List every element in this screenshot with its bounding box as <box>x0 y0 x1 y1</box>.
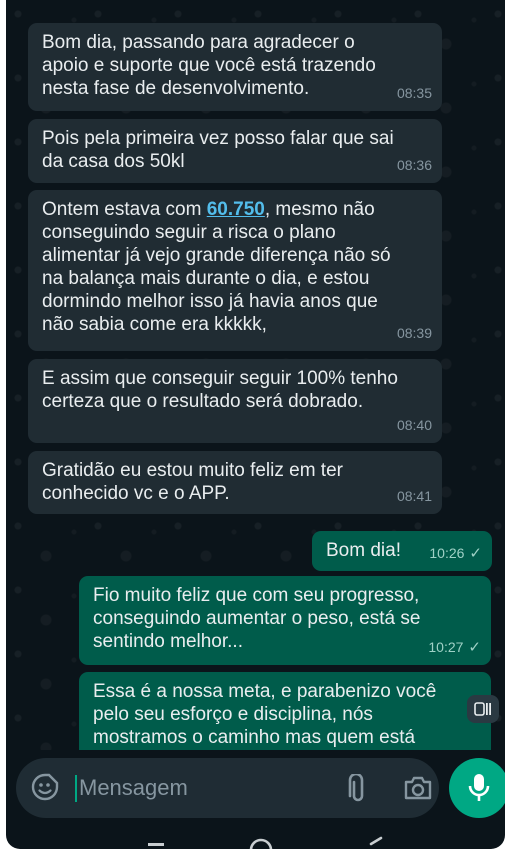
view-toggle-icon[interactable] <box>467 695 499 723</box>
message-incoming[interactable]: Gratidão eu estou muito feliz em ter con… <box>28 451 442 514</box>
message-incoming[interactable]: E assim que conseguir seguir 100% tenho … <box>28 359 442 443</box>
paperclip-icon[interactable] <box>347 772 369 809</box>
phone-screen: Bom dia, passando para agradecer o apoio… <box>6 0 505 849</box>
back-button[interactable] <box>369 836 383 846</box>
message-time: 10:27 ✓ <box>428 636 481 659</box>
message-composer[interactable]: Mensagem <box>16 758 439 818</box>
message-incoming[interactable]: Pois pela primeira vez posso falar que s… <box>28 119 442 183</box>
sticker-emoji-icon[interactable] <box>30 772 60 807</box>
message-input[interactable]: Mensagem <box>79 775 188 801</box>
message-text: Pois pela primeira vez posso falar que s… <box>42 128 394 172</box>
text-caret <box>75 775 77 802</box>
message-outgoing[interactable]: Bom dia! 10:26 ✓ <box>312 531 492 571</box>
message-text: Ontem estava com 60.750, mesmo não conse… <box>42 199 391 335</box>
message-time: 10:26 ✓ <box>429 542 482 565</box>
chat-area[interactable]: Bom dia, passando para agradecer o apoio… <box>6 0 505 750</box>
message-text: Fio muito feliz que com seu progresso, c… <box>93 585 421 652</box>
microphone-icon[interactable] <box>449 758 505 818</box>
message-time: 08:39 <box>396 325 432 341</box>
message-text: E assim que conseguir seguir 100% tenho … <box>42 368 398 412</box>
message-incoming[interactable]: Ontem estava com 60.750, mesmo não conse… <box>28 190 442 351</box>
recents-button[interactable] <box>148 843 164 846</box>
home-button[interactable] <box>249 838 273 849</box>
message-incoming[interactable]: Bom dia, passando para agradecer o apoio… <box>28 23 442 111</box>
system-navigation-bar <box>6 832 505 849</box>
message-time: 08:40 <box>396 417 432 433</box>
message-time: 08:41 <box>396 488 432 504</box>
message-outgoing[interactable]: Essa é a nossa meta, e parabenizo você p… <box>79 672 491 750</box>
check-icon: ✓ <box>469 545 482 562</box>
message-text: Essa é a nossa meta, e parabenizo você p… <box>93 681 437 748</box>
camera-icon[interactable] <box>403 775 433 806</box>
message-text: Gratidão eu estou muito feliz em ter con… <box>42 460 343 504</box>
message-time: 08:36 <box>396 157 432 173</box>
message-time: 08:35 <box>396 85 432 101</box>
message-outgoing[interactable]: Fio muito feliz que com seu progresso, c… <box>79 576 491 665</box>
message-text: Bom dia, passando para agradecer o apoio… <box>42 32 376 99</box>
weight-link[interactable]: 60.750 <box>207 199 265 220</box>
check-icon: ✓ <box>468 639 481 656</box>
